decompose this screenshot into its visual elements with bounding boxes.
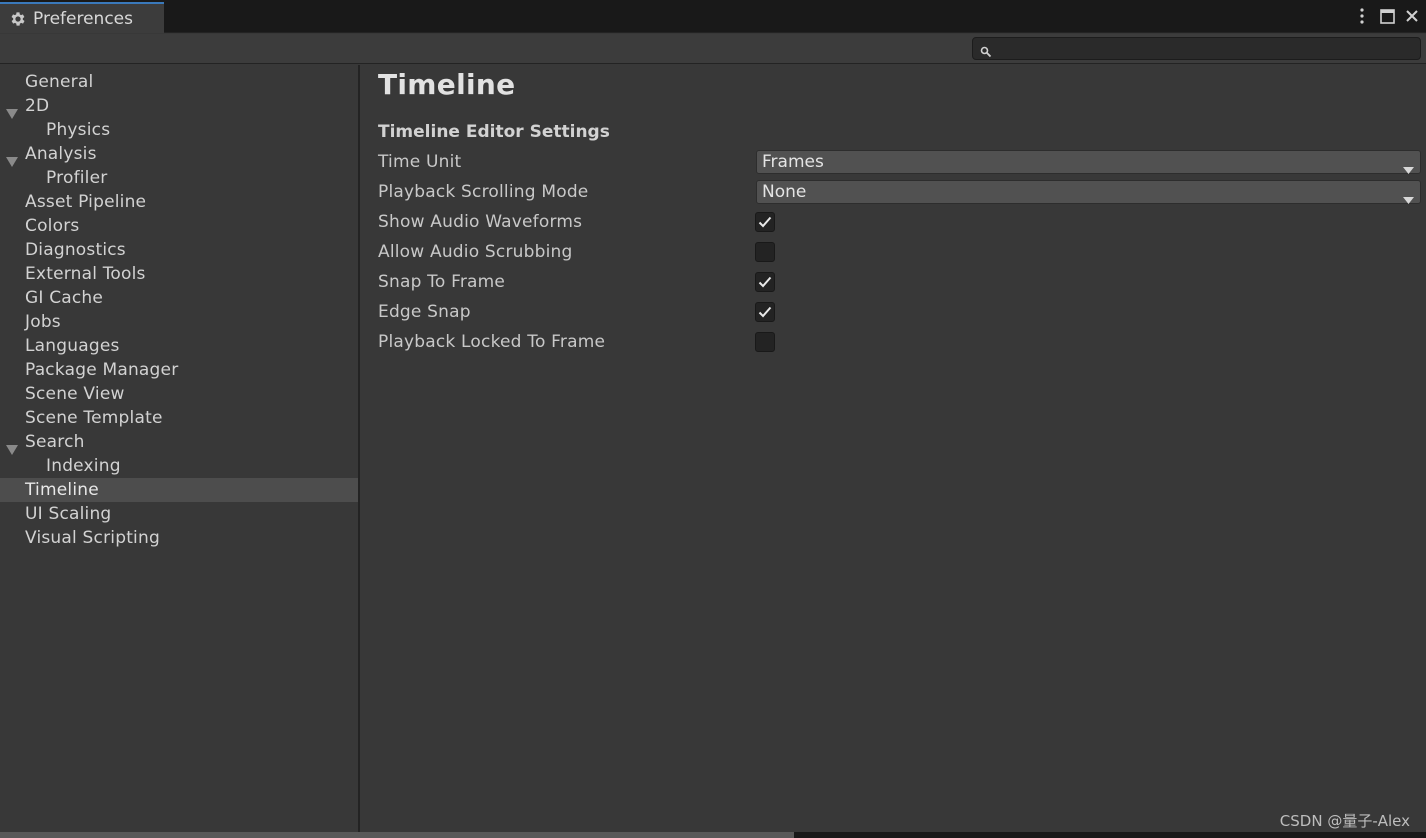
settings-panel: Timeline Timeline Editor Settings Time U… — [362, 65, 1426, 832]
dropdown-value: None — [762, 182, 807, 202]
sidebar-item-2d[interactable]: 2D — [0, 94, 358, 119]
setting-label: Playback Locked To Frame — [378, 332, 606, 352]
sidebar-item-label: Analysis — [25, 144, 97, 164]
search-input[interactable] — [995, 39, 1415, 58]
sidebar-item-label: Scene View — [25, 384, 125, 404]
sidebar-item-label: Scene Template — [25, 408, 163, 428]
sidebar-item-label: General — [25, 72, 94, 92]
sidebar-item-label: UI Scaling — [25, 504, 112, 524]
sidebar-item-colors[interactable]: Colors — [0, 214, 358, 238]
setting-allow-audio-scrubbing: Allow Audio Scrubbing — [378, 239, 1422, 265]
sidebar-item-label: Asset Pipeline — [25, 192, 147, 212]
sidebar-item-visual-scripting[interactable]: Visual Scripting — [0, 526, 358, 550]
sidebar-item-label: Jobs — [25, 312, 61, 332]
gear-icon — [9, 10, 27, 28]
sidebar-item-label: Profiler — [46, 168, 108, 188]
section-title: Timeline Editor Settings — [378, 122, 610, 142]
sidebar-item-external-tools[interactable]: External Tools — [0, 262, 358, 286]
setting-time-unit: Time Unit Frames — [378, 149, 1422, 175]
window-controls — [1354, 5, 1420, 27]
sidebar-item-package-manager[interactable]: Package Manager — [0, 358, 358, 382]
sidebar-item-languages[interactable]: Languages — [0, 334, 358, 358]
checkmark-icon — [758, 216, 772, 228]
preferences-window: Preferences General 2D Physics Analysis Prof… — [0, 0, 1426, 838]
setting-label: Edge Snap — [378, 302, 471, 322]
sidebar-item-physics[interactable]: Physics — [0, 118, 358, 142]
sidebar-item-profiler[interactable]: Profiler — [0, 166, 358, 190]
sidebar-item-label: Timeline — [25, 480, 99, 500]
maximize-icon[interactable] — [1379, 7, 1395, 25]
more-icon[interactable] — [1354, 7, 1370, 25]
sidebar-item-asset-pipeline[interactable]: Asset Pipeline — [0, 190, 358, 214]
setting-label: Show Audio Waveforms — [378, 212, 583, 232]
sidebar-item-timeline[interactable]: Timeline — [0, 478, 358, 502]
dropdown-value: Frames — [762, 152, 824, 172]
foldout-arrow-icon[interactable] — [6, 102, 18, 119]
playback-scrolling-mode-dropdown[interactable]: None — [756, 180, 1421, 204]
setting-label: Snap To Frame — [378, 272, 506, 292]
show-audio-waveforms-checkbox[interactable] — [755, 212, 775, 232]
sidebar-item-jobs[interactable]: Jobs — [0, 310, 358, 334]
bottom-edge — [0, 832, 1426, 838]
foldout-arrow-icon[interactable] — [6, 150, 18, 167]
sidebar-item-label: Physics — [46, 120, 111, 140]
setting-label: Time Unit — [378, 152, 462, 172]
sidebar-item-ui-scaling[interactable]: UI Scaling — [0, 502, 358, 526]
window-title: Preferences — [33, 8, 133, 29]
chevron-down-icon — [1403, 189, 1414, 204]
sidebar-item-label: GI Cache — [25, 288, 104, 308]
edge-snap-checkbox[interactable] — [755, 302, 775, 322]
page-title: Timeline — [378, 68, 516, 101]
preferences-sidebar: General 2D Physics Analysis Profiler Asset Pi… — [0, 65, 360, 832]
sidebar-item-label: Package Manager — [25, 360, 179, 380]
sidebar-item-label: Indexing — [46, 456, 121, 476]
chevron-down-icon — [1403, 159, 1414, 174]
sidebar-item-label: Visual Scripting — [25, 528, 160, 548]
search-icon — [980, 43, 992, 58]
sidebar-item-label: External Tools — [25, 264, 146, 284]
allow-audio-scrubbing-checkbox[interactable] — [755, 242, 775, 262]
checkmark-icon — [758, 276, 772, 288]
sidebar-item-diagnostics[interactable]: Diagnostics — [0, 238, 358, 262]
sidebar-item-scene-template[interactable]: Scene Template — [0, 406, 358, 430]
setting-edge-snap: Edge Snap — [378, 299, 1422, 325]
snap-to-frame-checkbox[interactable] — [755, 272, 775, 292]
setting-label: Playback Scrolling Mode — [378, 182, 589, 202]
search-field[interactable] — [972, 37, 1421, 60]
watermark-text: CSDN @量子-Alex — [1279, 812, 1410, 830]
toolbar — [0, 34, 1426, 64]
sidebar-item-general[interactable]: General — [0, 70, 358, 94]
close-icon[interactable] — [1404, 7, 1420, 25]
sidebar-item-indexing[interactable]: Indexing — [0, 454, 358, 478]
tab-preferences[interactable]: Preferences — [0, 2, 164, 33]
tab-bar: Preferences — [0, 0, 1426, 33]
bottom-edge-segment — [0, 832, 794, 838]
sidebar-item-label: Colors — [25, 216, 80, 236]
foldout-arrow-icon[interactable] — [6, 438, 18, 455]
setting-snap-to-frame: Snap To Frame — [378, 269, 1422, 295]
sidebar-item-analysis[interactable]: Analysis — [0, 142, 358, 167]
sidebar-item-search[interactable]: Search — [0, 430, 358, 455]
playback-locked-to-frame-checkbox[interactable] — [755, 332, 775, 352]
sidebar-item-scene-view[interactable]: Scene View — [0, 382, 358, 406]
sidebar-item-label: 2D — [25, 96, 50, 116]
time-unit-dropdown[interactable]: Frames — [756, 150, 1421, 174]
checkmark-icon — [758, 306, 772, 318]
sidebar-item-label: Search — [25, 432, 85, 452]
sidebar-item-label: Languages — [25, 336, 120, 356]
setting-playback-scrolling-mode: Playback Scrolling Mode None — [378, 179, 1422, 205]
sidebar-item-label: Diagnostics — [25, 240, 126, 260]
setting-show-audio-waveforms: Show Audio Waveforms — [378, 209, 1422, 235]
setting-playback-locked-to-frame: Playback Locked To Frame — [378, 329, 1422, 355]
setting-label: Allow Audio Scrubbing — [378, 242, 573, 262]
sidebar-item-gi-cache[interactable]: GI Cache — [0, 286, 358, 310]
